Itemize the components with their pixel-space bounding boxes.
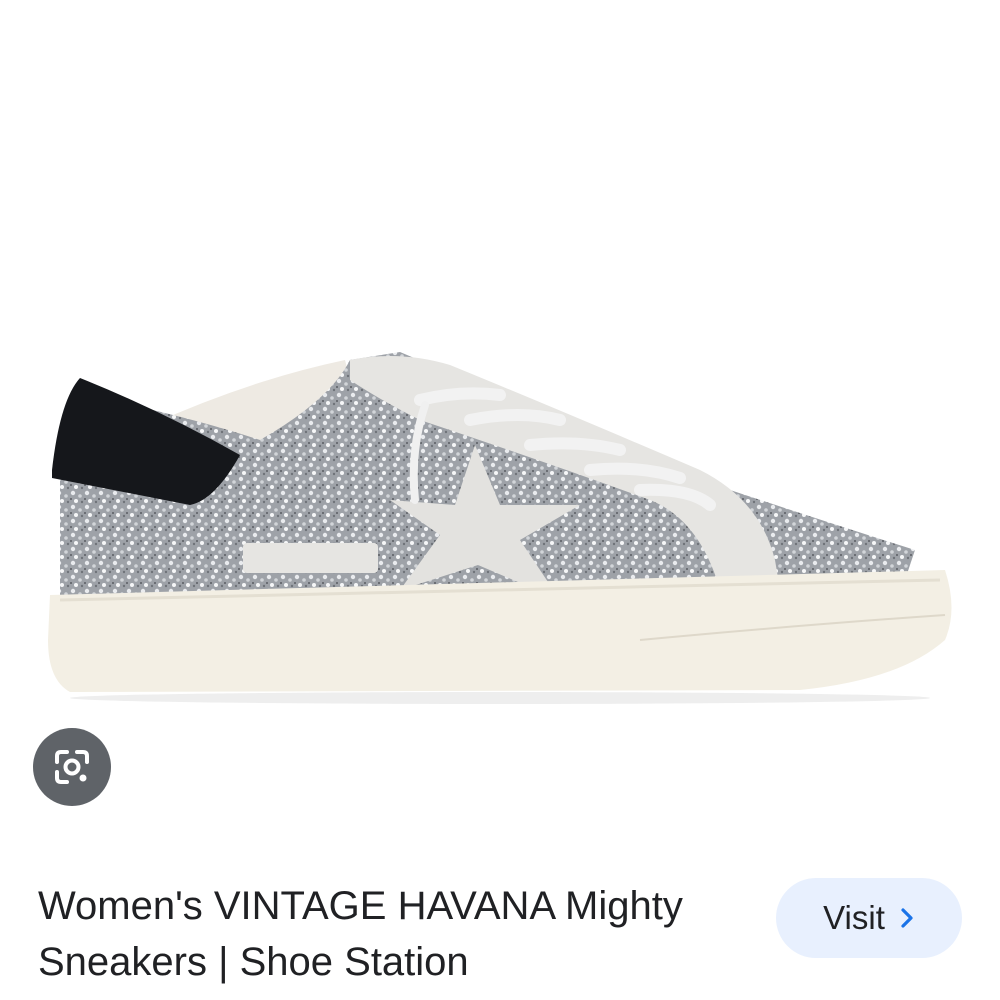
result-title[interactable]: Women's VINTAGE HAVANA Mighty Sneakers |… [38, 878, 758, 990]
product-image[interactable] [0, 0, 1000, 860]
google-lens-icon [55, 750, 89, 784]
google-lens-button[interactable] [33, 728, 111, 806]
sneaker-image [48, 352, 952, 704]
visit-button-label: Visit [823, 899, 885, 936]
visit-button[interactable]: Visit [776, 878, 962, 958]
result-title-line-1: Women's VINTAGE HAVANA Mighty [38, 884, 683, 928]
chevron-right-icon [899, 906, 915, 930]
result-title-line-2: Sneakers | Shoe Station [38, 940, 469, 984]
